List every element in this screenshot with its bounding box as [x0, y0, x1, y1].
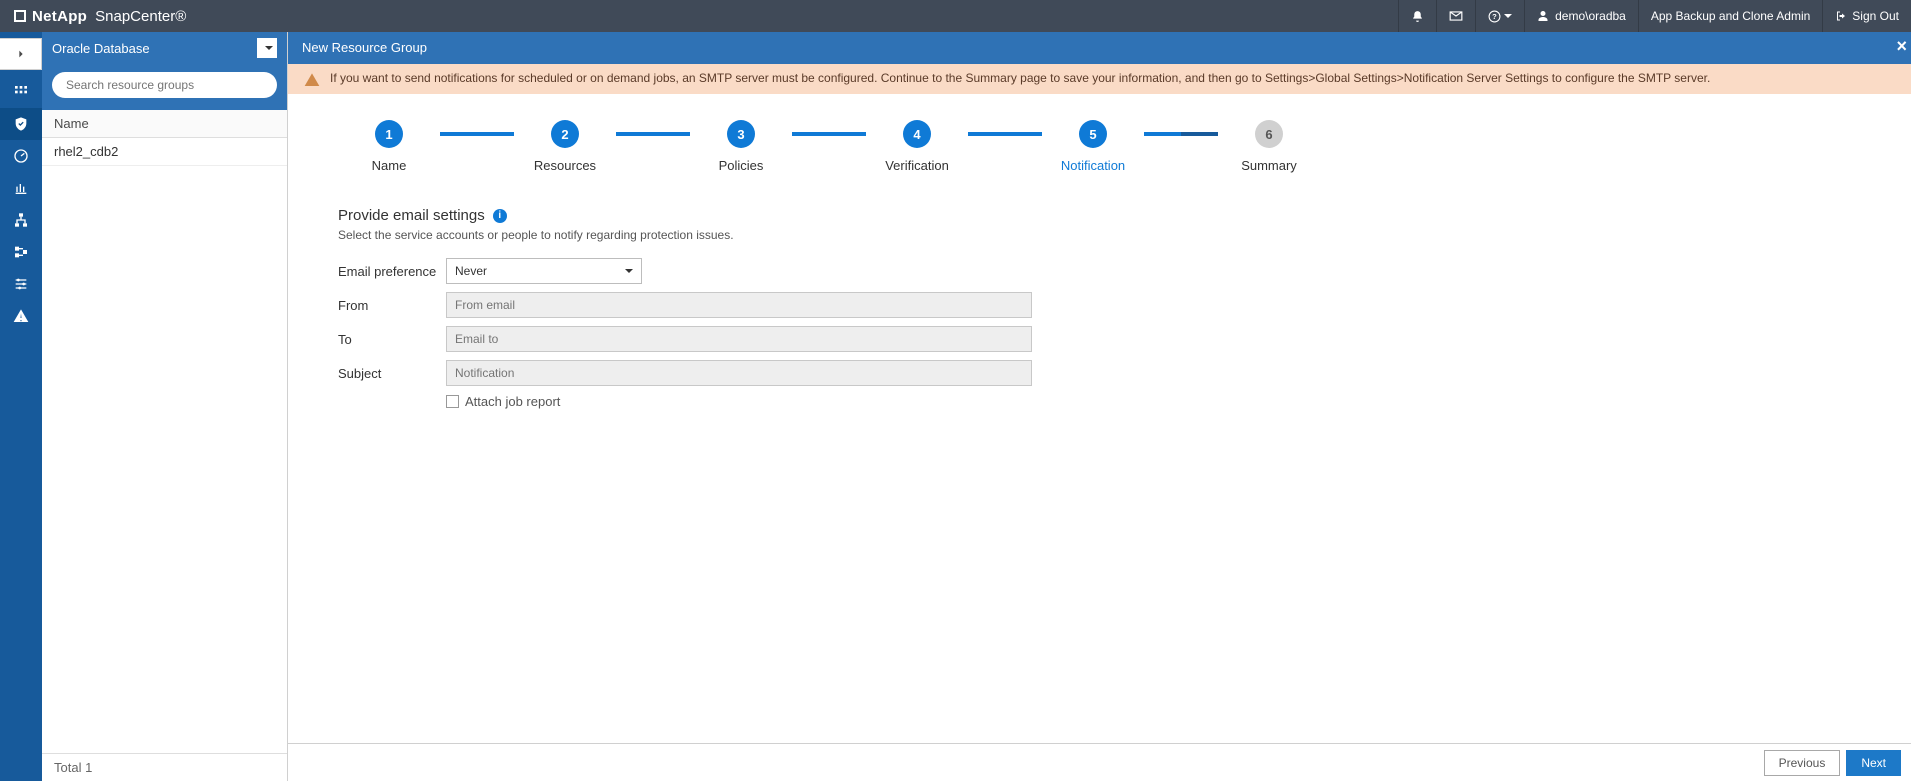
main-panel: New Resource Group × If you want to send…	[288, 32, 1911, 781]
chevron-right-icon	[16, 49, 26, 59]
sliders-icon	[13, 276, 29, 292]
nav-monitor[interactable]	[0, 140, 42, 172]
sidebar-context: Oracle Database	[42, 32, 287, 64]
search-input[interactable]	[52, 72, 277, 98]
nav-dashboard[interactable]	[0, 76, 42, 108]
storage-icon	[13, 244, 29, 260]
email-preference-label: Email preference	[338, 264, 446, 279]
nav-settings[interactable]	[0, 268, 42, 300]
nav-rail	[0, 32, 42, 781]
attach-report-checkbox[interactable]	[446, 395, 459, 408]
signout-icon	[1835, 10, 1847, 22]
wizard-stepper: 1Name 2Resources 3Policies 4Verification…	[338, 120, 1861, 173]
help-menu[interactable]: ?	[1475, 0, 1524, 32]
page-title: New Resource Group	[302, 40, 427, 55]
step-notification[interactable]: 5Notification	[1042, 120, 1144, 173]
chevron-down-icon	[625, 269, 633, 273]
col-name: Name	[54, 116, 89, 131]
nav-resources[interactable]	[0, 108, 42, 140]
role-label[interactable]: App Backup and Clone Admin	[1638, 0, 1822, 32]
envelope-icon	[1449, 9, 1463, 23]
warning-triangle-icon	[304, 72, 320, 88]
brand: NetApp SnapCenter®	[0, 8, 200, 25]
sign-out-button[interactable]: Sign Out	[1822, 0, 1911, 32]
top-bar: NetApp SnapCenter® ? demo\oradba App Bac…	[0, 0, 1911, 32]
warning-icon	[13, 308, 29, 324]
resource-sidebar: Oracle Database Name rhel2_cdb2 Total 1	[42, 32, 288, 781]
total-label: Total 1	[54, 760, 92, 775]
list-item[interactable]: rhel2_cdb2	[42, 138, 287, 166]
section-subtitle: Select the service accounts or people to…	[338, 228, 1861, 242]
next-button[interactable]: Next	[1846, 750, 1901, 776]
list-header: Name	[42, 110, 287, 138]
close-button[interactable]: ×	[1896, 36, 1907, 57]
messages-button[interactable]	[1436, 0, 1475, 32]
list-item-label: rhel2_cdb2	[54, 144, 118, 159]
email-preference-select[interactable]: Never	[446, 258, 642, 284]
sidebar-footer: Total 1	[42, 753, 287, 781]
bell-icon	[1411, 10, 1424, 23]
section-title: Provide email settings i	[338, 207, 1861, 224]
context-dropdown[interactable]	[257, 38, 277, 58]
page-header: New Resource Group ×	[288, 32, 1911, 64]
from-label: From	[338, 298, 446, 313]
gauge-icon	[13, 148, 29, 164]
nav-alerts[interactable]	[0, 300, 42, 332]
vendor-name: NetApp	[32, 8, 87, 25]
user-menu[interactable]: demo\oradba	[1524, 0, 1638, 32]
nav-storage[interactable]	[0, 236, 42, 268]
subject-input[interactable]	[446, 360, 1032, 386]
attach-report-label: Attach job report	[465, 394, 560, 409]
product-name: SnapCenter®	[95, 8, 186, 25]
alert-text: If you want to send notifications for sc…	[330, 70, 1710, 88]
smtp-warning: If you want to send notifications for sc…	[288, 64, 1911, 94]
hierarchy-icon	[13, 212, 29, 228]
info-icon[interactable]: i	[493, 209, 507, 223]
from-input[interactable]	[446, 292, 1032, 318]
step-resources[interactable]: 2Resources	[514, 120, 616, 173]
chevron-down-icon	[265, 46, 273, 50]
help-icon: ?	[1488, 10, 1501, 23]
grid-icon	[13, 84, 29, 100]
step-name[interactable]: 1Name	[338, 120, 440, 173]
notifications-button[interactable]	[1398, 0, 1436, 32]
nav-expand-button[interactable]	[0, 38, 42, 70]
shield-check-icon	[13, 116, 29, 132]
wizard-footer: Previous Next	[288, 743, 1911, 781]
context-label: Oracle Database	[52, 41, 150, 56]
nav-hosts[interactable]	[0, 204, 42, 236]
subject-label: Subject	[338, 366, 446, 381]
caret-down-icon	[1504, 14, 1512, 18]
chart-icon	[13, 180, 29, 196]
step-verification[interactable]: 4Verification	[866, 120, 968, 173]
svg-text:?: ?	[1492, 12, 1497, 21]
user-icon	[1537, 10, 1549, 22]
step-summary[interactable]: 6Summary	[1218, 120, 1320, 173]
netapp-logo-icon	[14, 10, 26, 22]
step-policies[interactable]: 3Policies	[690, 120, 792, 173]
nav-reports[interactable]	[0, 172, 42, 204]
previous-button[interactable]: Previous	[1764, 750, 1841, 776]
to-input[interactable]	[446, 326, 1032, 352]
to-label: To	[338, 332, 446, 347]
user-label: demo\oradba	[1555, 9, 1626, 23]
